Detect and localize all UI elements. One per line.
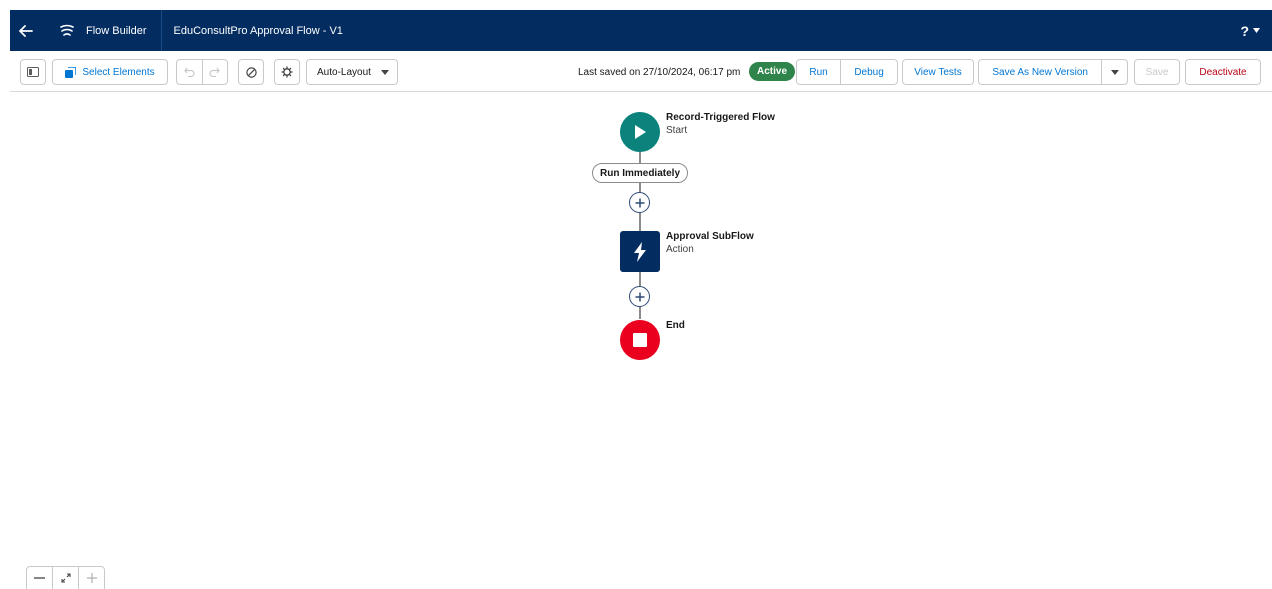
gear-icon [281,66,293,78]
end-node-label: End [666,319,685,332]
select-elements-button[interactable]: Select Elements [52,59,168,85]
redo-button[interactable] [201,60,227,84]
select-elements-label: Select Elements [82,66,155,78]
add-element-button[interactable] [629,192,650,213]
redo-icon [209,67,221,77]
ban-icon [245,66,257,78]
header-divider [160,10,162,51]
connector-line [639,305,641,319]
back-button[interactable] [10,10,42,51]
minus-icon [34,577,45,579]
check-errors-button[interactable] [238,59,264,85]
save-button[interactable]: Save [1134,59,1180,85]
app-name: Flow Builder [86,24,147,37]
view-tests-button[interactable]: View Tests [902,59,974,85]
flow-name: EduConsultPro Approval Flow - V1 [173,24,343,37]
chevron-down-icon [380,69,389,75]
chevron-down-icon [1253,28,1260,33]
select-elements-icon [65,66,77,78]
help-icon: ? [1240,22,1249,39]
plus-icon [635,292,644,301]
fit-to-view-button[interactable] [52,567,78,589]
toolbar: Select Elements Auto-Layout Last saved o… [10,51,1272,92]
undo-icon [184,67,195,77]
zoom-in-button[interactable] [78,567,104,589]
start-node-subtitle: Start [666,125,688,136]
start-node-title: Record-Triggered Flow [666,112,775,123]
settings-button[interactable] [274,59,300,85]
status-badge: Active [749,62,796,81]
plus-icon [635,198,644,207]
zoom-controls [26,566,105,589]
action-node-subtitle: Action [666,244,694,255]
action-node-label: Approval SubFlow Action [666,230,754,256]
lightning-icon [634,241,646,262]
start-node-label: Record-Triggered Flow Start [666,111,775,137]
run-button[interactable]: Run [797,60,840,84]
zoom-out-button[interactable] [27,567,52,589]
arrow-left-icon [19,24,33,37]
chevron-down-icon [1110,69,1119,75]
debug-button[interactable]: Debug [840,60,897,84]
end-node-title: End [666,320,685,331]
add-element-button[interactable] [629,286,650,307]
stop-icon [633,333,647,347]
path-label-pill[interactable]: Run Immediately [592,163,688,183]
save-options-dropdown[interactable] [1101,60,1127,84]
app-header: Flow Builder EduConsultPro Approval Flow… [10,10,1272,51]
deactivate-button[interactable]: Deactivate [1185,59,1261,85]
play-icon [635,125,646,139]
save-as-group: Save As New Version [978,59,1128,85]
fit-to-view-icon [60,573,71,583]
help-menu-button[interactable]: ? [1240,10,1260,51]
action-node-title: Approval SubFlow [666,231,754,242]
layout-mode-label: Auto-Layout [317,66,371,78]
layout-mode-select[interactable]: Auto-Layout [306,59,398,85]
toggle-panel-button[interactable] [20,59,46,85]
last-saved-text: Last saved on 27/10/2024, 06:17 pm [578,66,741,78]
flow-icon [56,20,78,42]
undo-button[interactable] [177,60,202,84]
flow-canvas[interactable]: Record-Triggered Flow Start Run Immediat… [0,92,1272,589]
end-node[interactable] [620,320,660,360]
save-as-new-version-button[interactable]: Save As New Version [979,60,1101,84]
undo-redo-group [176,59,228,85]
run-debug-group: Run Debug [796,59,898,85]
connector-line [639,211,641,231]
start-node[interactable] [620,112,660,152]
plus-icon [86,573,97,583]
panel-toggle-icon [27,67,39,77]
action-node[interactable] [620,231,660,272]
